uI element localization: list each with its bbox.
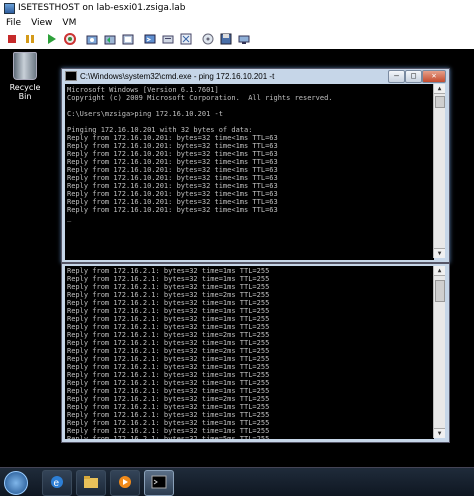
- snapshot-icon[interactable]: [84, 31, 100, 47]
- cmd-window-1[interactable]: C:\Windows\system32\cmd.exe - ping 172.1…: [61, 68, 450, 263]
- console-icon[interactable]: [142, 31, 158, 47]
- scroll-up-arrow-icon[interactable]: ▲: [434, 84, 445, 94]
- pause-icon[interactable]: [22, 31, 38, 47]
- console-line: Reply from 172.16.2.1: bytes=32 time=1ms…: [67, 315, 270, 323]
- console-line: Reply from 172.16.2.1: bytes=32 time=1ms…: [67, 411, 270, 419]
- console-line: Reply from 172.16.2.1: bytes=32 time=1ms…: [67, 355, 270, 363]
- start-button[interactable]: [4, 471, 28, 495]
- console-line: Reply from 172.16.10.201: bytes=32 time<…: [67, 166, 278, 174]
- cd-icon[interactable]: [200, 31, 216, 47]
- file-explorer-taskbar-button[interactable]: [76, 470, 106, 496]
- console-line: Microsoft Windows [Version 6.1.7601]: [67, 86, 219, 94]
- console-line: Reply from 172.16.2.1: bytes=32 time=1ms…: [67, 323, 270, 331]
- toolbar: [0, 29, 474, 50]
- console-line: Copyright (c) 2009 Microsoft Corporation…: [67, 94, 333, 102]
- console-line: Reply from 172.16.2.1: bytes=32 time=2ms…: [67, 347, 270, 355]
- close-button[interactable]: ✕: [422, 70, 446, 83]
- console-line: Reply from 172.16.10.201: bytes=32 time<…: [67, 150, 278, 158]
- console-line: Reply from 172.16.2.1: bytes=32 time=1ms…: [67, 275, 270, 283]
- console-line: Reply from 172.16.2.1: bytes=32 time=1ms…: [67, 427, 270, 435]
- reset-icon[interactable]: [62, 31, 78, 47]
- scroll-down-arrow-icon[interactable]: ▼: [434, 248, 445, 258]
- fullscreen-icon[interactable]: [178, 31, 194, 47]
- console-line: Reply from 172.16.2.1: bytes=32 time=1ms…: [67, 339, 270, 347]
- media-player-taskbar-button[interactable]: [110, 470, 140, 496]
- console-line: Reply from 172.16.10.201: bytes=32 time<…: [67, 182, 278, 190]
- console-line: Reply from 172.16.10.201: bytes=32 time<…: [67, 198, 278, 206]
- vm-console-icon: [4, 2, 15, 14]
- window-title: ISETESTHOST on lab-esxi01.zsiga.lab: [18, 3, 186, 13]
- console-line: Reply from 172.16.2.1: bytes=32 time=2ms…: [67, 395, 270, 403]
- stop-icon[interactable]: [4, 31, 20, 47]
- cmd-window-2-console[interactable]: Reply from 172.16.2.1: bytes=32 time=1ms…: [65, 266, 434, 439]
- recycle-bin[interactable]: Recycle Bin: [4, 52, 46, 101]
- console-line: Pinging 172.16.10.201 with 32 bytes of d…: [67, 126, 253, 134]
- play-icon[interactable]: [44, 31, 60, 47]
- console-line: C:\Users\mzsiga>ping 172.16.10.201 -t: [67, 110, 223, 118]
- console-line: Reply from 172.16.10.201: bytes=32 time<…: [67, 206, 278, 214]
- scroll-thumb[interactable]: [435, 96, 445, 108]
- console-line: Reply from 172.16.2.1: bytes=32 time=1ms…: [67, 363, 270, 371]
- title-bar: ISETESTHOST on lab-esxi01.zsiga.lab: [0, 0, 474, 17]
- console-line: Reply from 172.16.10.201: bytes=32 time<…: [67, 190, 278, 198]
- console-line: Reply from 172.16.2.1: bytes=32 time=1ms…: [67, 387, 270, 395]
- console-line: Reply from 172.16.2.1: bytes=32 time=5ms…: [67, 435, 270, 439]
- console-line: Reply from 172.16.2.1: bytes=32 time=1ms…: [67, 371, 270, 379]
- console-line: Reply from 172.16.10.201: bytes=32 time<…: [67, 158, 278, 166]
- minimize-button[interactable]: —: [388, 70, 405, 83]
- recycle-bin-label: Recycle Bin: [9, 83, 41, 101]
- send-keys-icon[interactable]: [160, 31, 176, 47]
- cmd-window-1-scrollbar[interactable]: ▲ ▼: [433, 84, 445, 258]
- console-line: Reply from 172.16.2.1: bytes=32 time=1ms…: [67, 419, 270, 427]
- console-line: Reply from 172.16.2.1: bytes=32 time=1ms…: [67, 307, 270, 315]
- console-line: Reply from 172.16.10.201: bytes=32 time<…: [67, 142, 278, 150]
- menu-file[interactable]: File: [6, 18, 21, 28]
- folder-icon: [84, 476, 98, 488]
- cmd-window-2-scrollbar[interactable]: ▲ ▼: [433, 266, 445, 438]
- console-line: Reply from 172.16.2.1: bytes=32 time=2ms…: [67, 291, 270, 299]
- network-icon[interactable]: [236, 31, 252, 47]
- menu-bar: File View VM: [0, 16, 474, 29]
- revert-icon[interactable]: [102, 31, 118, 47]
- console-line: Reply from 172.16.2.1: bytes=32 time=1ms…: [67, 283, 270, 291]
- recycle-bin-icon: [13, 52, 37, 80]
- scroll-down-arrow-icon[interactable]: ▼: [434, 428, 445, 438]
- taskbar: e: [0, 467, 474, 496]
- svg-text:e: e: [54, 478, 60, 489]
- scroll-up-arrow-icon[interactable]: ▲: [434, 266, 445, 276]
- console-line: Reply from 172.16.2.1: bytes=32 time=1ms…: [67, 379, 270, 387]
- cmd-icon: [65, 71, 77, 81]
- console-line: Reply from 172.16.2.1: bytes=32 time=1ms…: [67, 403, 270, 411]
- console-line: Reply from 172.16.2.1: bytes=32 time=1ms…: [67, 267, 270, 275]
- maximize-button[interactable]: □: [405, 70, 422, 83]
- cmd-taskbar-button[interactable]: [144, 470, 174, 496]
- media-player-icon: [119, 476, 131, 488]
- menu-vm[interactable]: VM: [62, 18, 76, 28]
- console-line: Reply from 172.16.10.201: bytes=32 time<…: [67, 134, 278, 142]
- console-line: Reply from 172.16.2.1: bytes=32 time=1ms…: [67, 299, 270, 307]
- manage-snapshots-icon[interactable]: [120, 31, 136, 47]
- scroll-thumb[interactable]: [435, 280, 445, 302]
- internet-explorer-taskbar-button[interactable]: e: [42, 470, 72, 496]
- console-line: Reply from 172.16.2.1: bytes=32 time=2ms…: [67, 331, 270, 339]
- cmd-window-2[interactable]: Reply from 172.16.2.1: bytes=32 time=1ms…: [61, 263, 450, 443]
- cmd-window-1-console[interactable]: Microsoft Windows [Version 6.1.7601] Copy…: [65, 84, 434, 260]
- console-line: _: [67, 214, 72, 222]
- internet-explorer-icon: e: [51, 476, 63, 489]
- floppy-icon[interactable]: [218, 31, 234, 47]
- cmd-window-1-title: C:\Windows\system32\cmd.exe - ping 172.1…: [80, 71, 275, 81]
- menu-view[interactable]: View: [31, 18, 52, 28]
- cmd-icon: [151, 475, 167, 489]
- console-line: Reply from 172.16.10.201: bytes=32 time<…: [67, 174, 278, 182]
